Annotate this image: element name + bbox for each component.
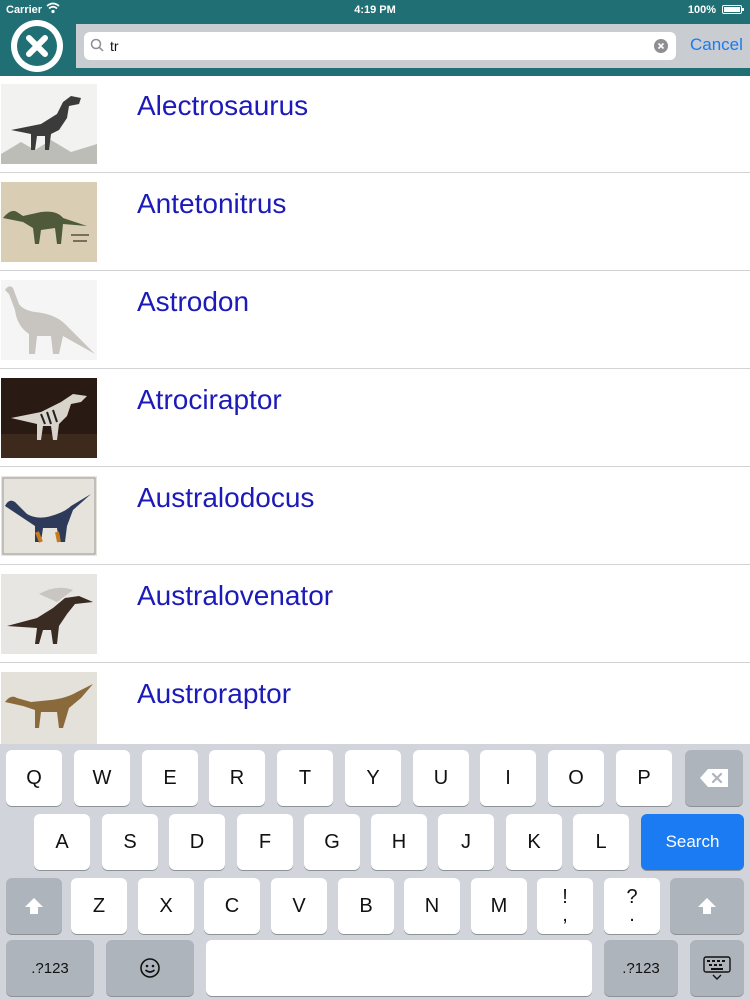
dinosaur-thumbnail: [1, 476, 97, 556]
search-input[interactable]: [110, 35, 650, 57]
results-list: Alectrosaurus Antetonitrus Astrodon Atro…: [0, 76, 750, 744]
key-p[interactable]: P: [616, 750, 672, 806]
result-name: Alectrosaurus: [137, 90, 309, 121]
shift-key-left[interactable]: [6, 878, 62, 934]
result-name: Australodocus: [137, 482, 315, 513]
result-name: Antetonitrus: [137, 188, 287, 219]
list-item[interactable]: Austroraptor: [0, 664, 750, 744]
battery-percent: 100%: [687, 4, 716, 16]
search-icon: [90, 38, 104, 57]
onscreen-keyboard: Q W E R T Y U I O P A S D F G H J K L Se…: [0, 744, 750, 1000]
emoji-key[interactable]: [106, 940, 194, 996]
shift-icon: [25, 898, 43, 914]
numbers-key-left[interactable]: .?123: [6, 940, 94, 996]
list-item[interactable]: Alectrosaurus: [0, 76, 750, 173]
result-name: Austroraptor: [137, 678, 292, 709]
key-l[interactable]: L: [573, 814, 629, 870]
result-name: Australovenator: [137, 580, 334, 611]
key-n[interactable]: N: [404, 878, 460, 934]
dinosaur-thumbnail: [1, 280, 97, 360]
key-s[interactable]: S: [102, 814, 158, 870]
key-i[interactable]: I: [480, 750, 536, 806]
backspace-key[interactable]: [685, 750, 743, 806]
dinosaur-thumbnail: [1, 672, 97, 744]
list-item[interactable]: Atrociraptor: [0, 370, 750, 467]
search-bar: Cancel: [76, 24, 750, 68]
key-a[interactable]: A: [34, 814, 90, 870]
key-c[interactable]: C: [204, 878, 260, 934]
key-m[interactable]: M: [471, 878, 527, 934]
emoji-icon: [140, 958, 160, 978]
clock: 4:19 PM: [354, 4, 396, 16]
list-item[interactable]: Astrodon: [0, 272, 750, 369]
dinosaur-thumbnail: [1, 378, 97, 458]
key-x[interactable]: X: [138, 878, 194, 934]
key-question-period[interactable]: ? .: [604, 878, 660, 934]
result-name: Atrociraptor: [137, 384, 282, 415]
key-j[interactable]: J: [438, 814, 494, 870]
dinosaur-thumbnail: [1, 574, 97, 654]
key-r[interactable]: R: [209, 750, 265, 806]
app-header: Carrier 4:19 PM 100% tr Cancel: [0, 0, 750, 76]
backspace-icon: [700, 769, 728, 787]
status-bar: Carrier 4:19 PM 100%: [0, 0, 750, 22]
key-d[interactable]: D: [169, 814, 225, 870]
key-o[interactable]: O: [548, 750, 604, 806]
key-z[interactable]: Z: [71, 878, 127, 934]
key-t[interactable]: T: [277, 750, 333, 806]
key-b[interactable]: B: [338, 878, 394, 934]
key-exclamation-comma[interactable]: ! ,: [537, 878, 593, 934]
dinosaur-thumbnail: [1, 84, 97, 164]
key-k[interactable]: K: [506, 814, 562, 870]
keyboard-dismiss-icon: [703, 956, 731, 980]
key-bottom-char: .: [629, 904, 635, 926]
list-item[interactable]: Antetonitrus: [0, 174, 750, 271]
key-q[interactable]: Q: [6, 750, 62, 806]
key-w[interactable]: W: [74, 750, 130, 806]
key-bottom-char: ,: [562, 904, 568, 926]
key-u[interactable]: U: [413, 750, 469, 806]
search-key[interactable]: Search: [641, 814, 744, 870]
clear-search-icon[interactable]: [654, 39, 668, 53]
key-v[interactable]: V: [271, 878, 327, 934]
key-h[interactable]: H: [371, 814, 427, 870]
hide-keyboard-key[interactable]: [690, 940, 744, 996]
shift-key-right[interactable]: [670, 878, 744, 934]
search-field[interactable]: [84, 32, 676, 60]
result-name: Astrodon: [137, 286, 250, 317]
list-item[interactable]: Australovenator: [0, 566, 750, 663]
numbers-key-right[interactable]: .?123: [604, 940, 678, 996]
list-item[interactable]: Australodocus: [0, 468, 750, 565]
key-g[interactable]: G: [304, 814, 360, 870]
cancel-button[interactable]: Cancel: [690, 35, 743, 55]
battery-icon: [722, 5, 744, 14]
key-y[interactable]: Y: [345, 750, 401, 806]
space-key[interactable]: [206, 940, 592, 996]
key-e[interactable]: E: [142, 750, 198, 806]
close-button[interactable]: [11, 20, 63, 72]
shift-icon: [698, 898, 716, 914]
dinosaur-thumbnail: [1, 182, 97, 262]
close-icon: [17, 26, 57, 66]
key-f[interactable]: F: [237, 814, 293, 870]
